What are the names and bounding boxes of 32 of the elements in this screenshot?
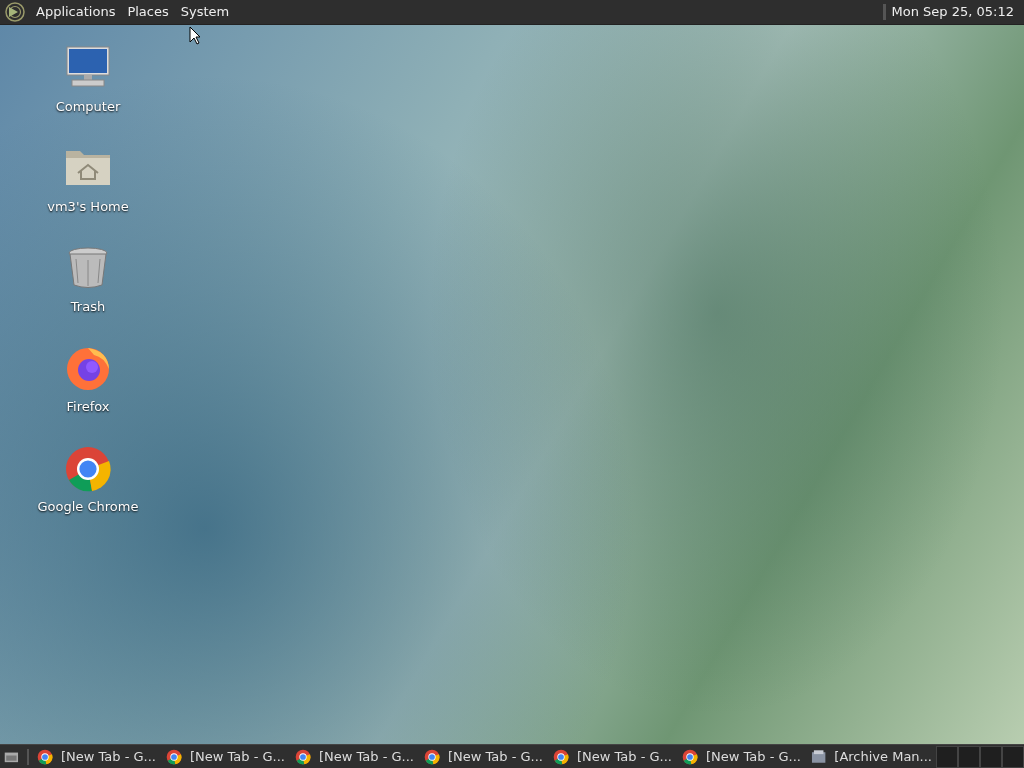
workspace-switcher[interactable] — [936, 745, 958, 768]
chrome-icon — [682, 748, 698, 765]
taskbar-button[interactable]: [New Tab - G... — [291, 744, 420, 768]
workspace-switcher[interactable] — [980, 745, 1002, 768]
taskbar-button[interactable]: [New Tab - G... — [420, 744, 549, 768]
chrome-icon — [553, 748, 569, 765]
panel-handle-icon — [882, 4, 886, 20]
chrome-icon[interactable] — [64, 445, 112, 493]
taskbar-button[interactable]: [New Tab - G... — [33, 744, 162, 768]
clock[interactable]: Mon Sep 25, 05:12 — [885, 0, 1020, 24]
taskbar-button[interactable]: [New Tab - G... — [678, 744, 807, 768]
fox-globe-icon[interactable] — [64, 345, 112, 393]
chrome-icon — [166, 748, 182, 765]
taskbar-button[interactable]: [New Tab - G... — [549, 744, 678, 768]
icon-label[interactable]: vm3's Home — [47, 197, 129, 217]
menu-item[interactable]: Applications — [30, 0, 122, 24]
taskbar-button[interactable]: [Archive Man... — [807, 744, 936, 768]
icon-label[interactable]: Trash — [70, 297, 106, 317]
taskbar-button[interactable]: [New Tab - G... — [162, 744, 291, 768]
workspace-switcher[interactable] — [958, 745, 980, 768]
menu-item[interactable]: System — [174, 0, 236, 24]
icon-label[interactable]: Firefox — [66, 397, 110, 417]
chrome-icon — [424, 748, 440, 765]
chrome-icon — [37, 748, 53, 765]
chrome-icon — [295, 748, 311, 765]
icon-label[interactable]: Google Chrome — [37, 497, 139, 517]
archive-box-icon — [811, 748, 827, 765]
mouse-pointer-icon — [189, 26, 201, 45]
menu-item[interactable]: Places — [121, 0, 175, 24]
panel-handle-icon — [26, 748, 29, 765]
workspace-switcher[interactable] — [1002, 745, 1024, 768]
menu-logo-icon[interactable] — [4, 1, 26, 23]
